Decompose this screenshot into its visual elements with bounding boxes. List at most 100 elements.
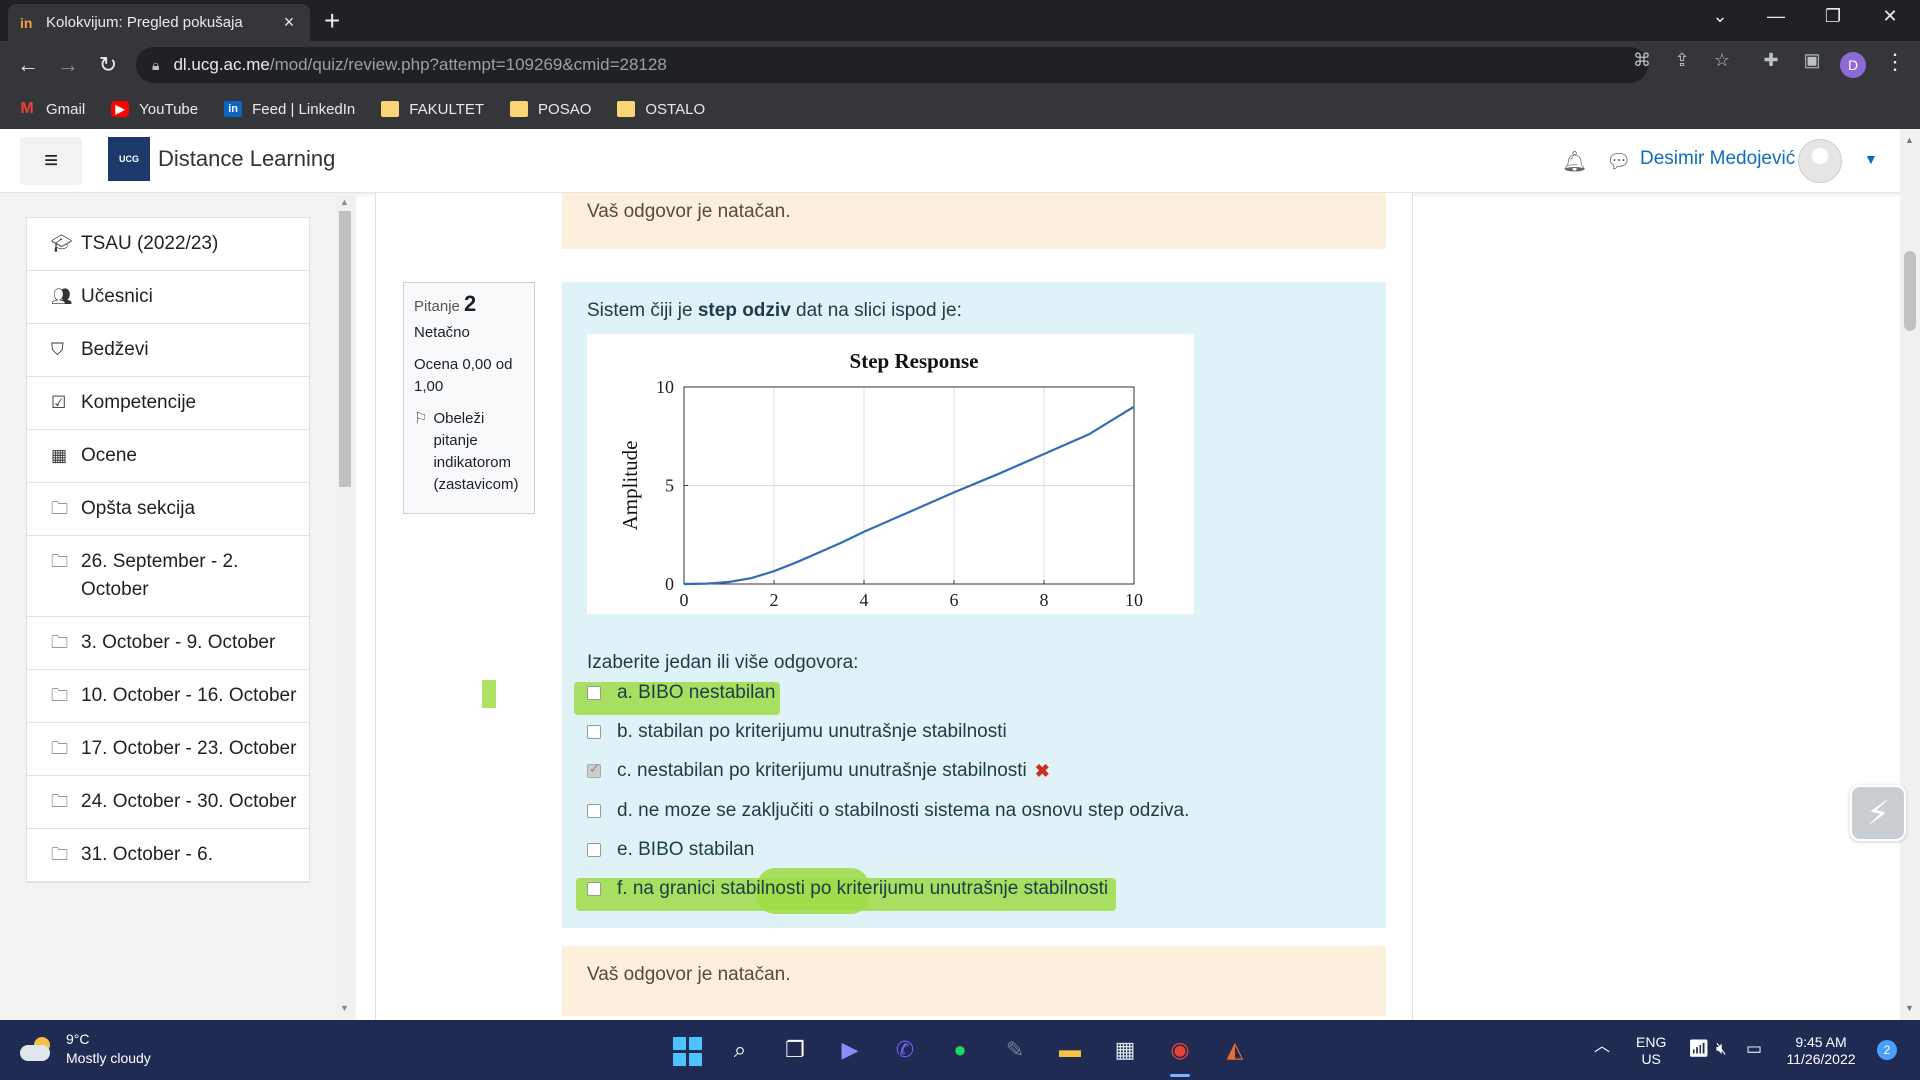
- close-tab-icon[interactable]: ×: [280, 12, 298, 33]
- sidebar-item-week[interactable]: 🗀 26. September - 2. October: [27, 536, 309, 617]
- step-response-plot: 0 2 4 6 8 10 0 5 10 Step Response Amplitude: [587, 334, 1194, 614]
- user-name[interactable]: Desimir Medojević: [1640, 148, 1795, 170]
- clock-time: 9:45 AM: [1795, 1034, 1847, 1050]
- bookmark-star-icon[interactable]: ☆: [1707, 50, 1737, 71]
- translate-icon[interactable]: ⌘: [1627, 50, 1657, 71]
- microsoft-store-icon[interactable]: ▦: [1107, 1032, 1143, 1068]
- extensions-puzzle-icon[interactable]: ✚: [1756, 50, 1786, 71]
- site-name[interactable]: Distance Learning: [158, 146, 335, 172]
- language-indicator[interactable]: ENG US: [1636, 1034, 1666, 1068]
- sidebar-item-week[interactable]: 🗀 24. October - 30. October: [27, 776, 309, 829]
- sidebar-item-label: 3. October - 9. October: [81, 632, 276, 653]
- reload-icon[interactable]: ↻: [92, 49, 124, 81]
- flag-question-link[interactable]: ⚐ Obeleži pitanje indikatorom (zastavico…: [414, 408, 524, 496]
- address-bar[interactable]: 🔒︎ dl.ucg.ac.me /mod/quiz/review.php?att…: [136, 47, 1648, 83]
- browser-tab[interactable]: in Kolokvijum: Pregled pokušaja ×: [8, 4, 310, 41]
- sidebar-item-week[interactable]: 🗀 17. October - 23. October: [27, 723, 309, 776]
- sidebar-item-grades[interactable]: ▦ Ocene: [27, 430, 309, 483]
- back-arrow-icon[interactable]: ←: [12, 49, 44, 81]
- bookmark-posao[interactable]: POSAO: [510, 101, 591, 118]
- viber-icon[interactable]: ✆: [887, 1032, 923, 1068]
- sidebar-item-badges[interactable]: ⛉ Bedževi: [27, 324, 309, 377]
- user-menu-caret-icon[interactable]: ▼: [1864, 151, 1878, 167]
- site-logo[interactable]: UCG: [108, 137, 150, 181]
- answer-checkbox[interactable]: [587, 686, 601, 700]
- answer-option[interactable]: a. BIBO nestabilan: [587, 678, 775, 708]
- forward-arrow-icon[interactable]: →: [52, 49, 84, 81]
- battery-icon[interactable]: ▭: [1746, 1040, 1762, 1057]
- weather-temperature: 9°C: [66, 1031, 90, 1047]
- messages-icon[interactable]: 💬︎: [1606, 149, 1631, 174]
- search-icon[interactable]: ⌕: [722, 1032, 758, 1068]
- chrome-icon[interactable]: ◉: [1162, 1032, 1198, 1068]
- answer-checkbox[interactable]: [587, 725, 601, 739]
- answer-prompt: Izaberite jedan ili više odgovora:: [587, 652, 859, 673]
- speaker-muted-icon[interactable]: 🔇︎: [1716, 1040, 1727, 1057]
- scroll-down-arrow-icon[interactable]: ▼: [1905, 1003, 1914, 1013]
- file-explorer-icon[interactable]: ▬: [1052, 1032, 1088, 1068]
- side-panel-icon[interactable]: ▣: [1797, 50, 1827, 71]
- tab-search-chevron-icon[interactable]: ⌄: [1700, 6, 1740, 27]
- matlab-icon[interactable]: ◭: [1217, 1032, 1253, 1068]
- weather-widget[interactable]: 9°C Mostly cloudy: [20, 1030, 151, 1068]
- pen-app-icon[interactable]: ✎: [997, 1032, 1033, 1068]
- profile-avatar[interactable]: D: [1840, 52, 1866, 78]
- answer-option[interactable]: d. ne moze se zaključiti o stabilnosti s…: [587, 796, 1189, 826]
- new-tab-button[interactable]: +: [324, 7, 340, 35]
- sidebar-item-week[interactable]: 🗀 3. October - 9. October: [27, 617, 309, 670]
- wifi-icon[interactable]: 📶︎: [1688, 1040, 1710, 1057]
- answer-text: f. na granici stabilnosti po kriterijumu…: [617, 878, 1109, 899]
- sidebar-item-competencies[interactable]: ☑ Kompetencije: [27, 377, 309, 430]
- user-avatar[interactable]: [1798, 139, 1842, 183]
- page-scroll-thumb[interactable]: [1904, 251, 1916, 331]
- bookmark-fakultet[interactable]: FAKULTET: [381, 101, 484, 118]
- minimize-button[interactable]: —: [1756, 6, 1796, 27]
- sidebar-item-label: Bedževi: [81, 339, 149, 360]
- sidebar-item-week[interactable]: 🗀 10. October - 16. October: [27, 670, 309, 723]
- spotify-icon[interactable]: ●: [942, 1032, 978, 1068]
- y-tick-label: 5: [665, 476, 674, 496]
- browser-menu-icon[interactable]: ⋮: [1884, 49, 1906, 75]
- answer-option[interactable]: c. nestabilan po kriterijumu unutrašnje …: [587, 756, 1050, 786]
- answer-option[interactable]: e. BIBO stabilan: [587, 835, 754, 865]
- sidebar-item-label: Opšta sekcija: [81, 498, 196, 519]
- sidebar-item-week[interactable]: 🗀 31. October - 6.: [27, 829, 309, 882]
- show-hidden-icons-chevron-icon[interactable]: ︿: [1594, 1038, 1610, 1055]
- answer-checkbox[interactable]: [587, 882, 601, 896]
- scroll-up-arrow-icon[interactable]: ▲: [1905, 135, 1914, 145]
- answer-checkbox[interactable]: [587, 843, 601, 857]
- scroll-up-arrow-icon[interactable]: ▲: [340, 197, 349, 207]
- answer-option[interactable]: b. stabilan po kriterijumu unutrašnje st…: [587, 717, 1007, 747]
- sidebar-item-label: 10. October - 16. October: [81, 685, 297, 706]
- clock[interactable]: 9:45 AM 11/26/2022: [1786, 1034, 1856, 1068]
- answer-checkbox[interactable]: [587, 761, 601, 778]
- floating-action-button[interactable]: ⚡︎: [1850, 785, 1906, 841]
- answer-checkbox[interactable]: [587, 804, 601, 818]
- bookmark-ostalo[interactable]: OSTALO: [617, 101, 705, 118]
- page-scrollbar[interactable]: ▲ ▼: [1900, 129, 1920, 1020]
- drawer-toggle-button[interactable]: ≡: [20, 137, 82, 185]
- drawer-scroll-thumb[interactable]: [339, 211, 351, 487]
- sidebar-item-participants[interactable]: 👥︎ Učesnici: [27, 271, 309, 324]
- answer-option[interactable]: f. na granici stabilnosti po kriterijumu…: [587, 874, 1108, 904]
- notification-bell-icon[interactable]: 🔔︎: [1562, 149, 1587, 174]
- x-tick-label: 6: [950, 590, 959, 610]
- notification-badge[interactable]: 2: [1877, 1040, 1897, 1060]
- answer-text: d. ne moze se zaključiti o stabilnosti s…: [617, 800, 1190, 821]
- sidebar-item-general-section[interactable]: 🗀 Opšta sekcija: [27, 483, 309, 536]
- task-view-icon[interactable]: ❐: [777, 1032, 813, 1068]
- windows-start-icon[interactable]: [668, 1032, 704, 1068]
- scroll-down-arrow-icon[interactable]: ▼: [340, 1003, 349, 1013]
- bookmark-youtube[interactable]: ▶ YouTube: [111, 101, 198, 118]
- bookmark-linkedin[interactable]: in Feed | LinkedIn: [224, 101, 355, 118]
- share-icon[interactable]: ⇪: [1667, 50, 1697, 71]
- teams-chat-icon[interactable]: ▶: [832, 1032, 868, 1068]
- answer-text: c. nestabilan po kriterijumu unutrašnje …: [617, 760, 1027, 781]
- drawer-scrollbar[interactable]: ▲ ▼: [336, 193, 354, 1020]
- close-window-button[interactable]: ✕: [1870, 6, 1910, 27]
- question-text-part: dat na slici ispod je:: [790, 300, 962, 321]
- sidebar-item-course[interactable]: 🎓︎ TSAU (2022/23): [27, 218, 309, 271]
- course-nav-list: 🎓︎ TSAU (2022/23) 👥︎ Učesnici ⛉ Bedževi ☑ Ko…: [26, 217, 310, 883]
- bookmark-gmail[interactable]: M Gmail: [18, 101, 85, 118]
- restore-button[interactable]: ❐: [1813, 6, 1853, 27]
